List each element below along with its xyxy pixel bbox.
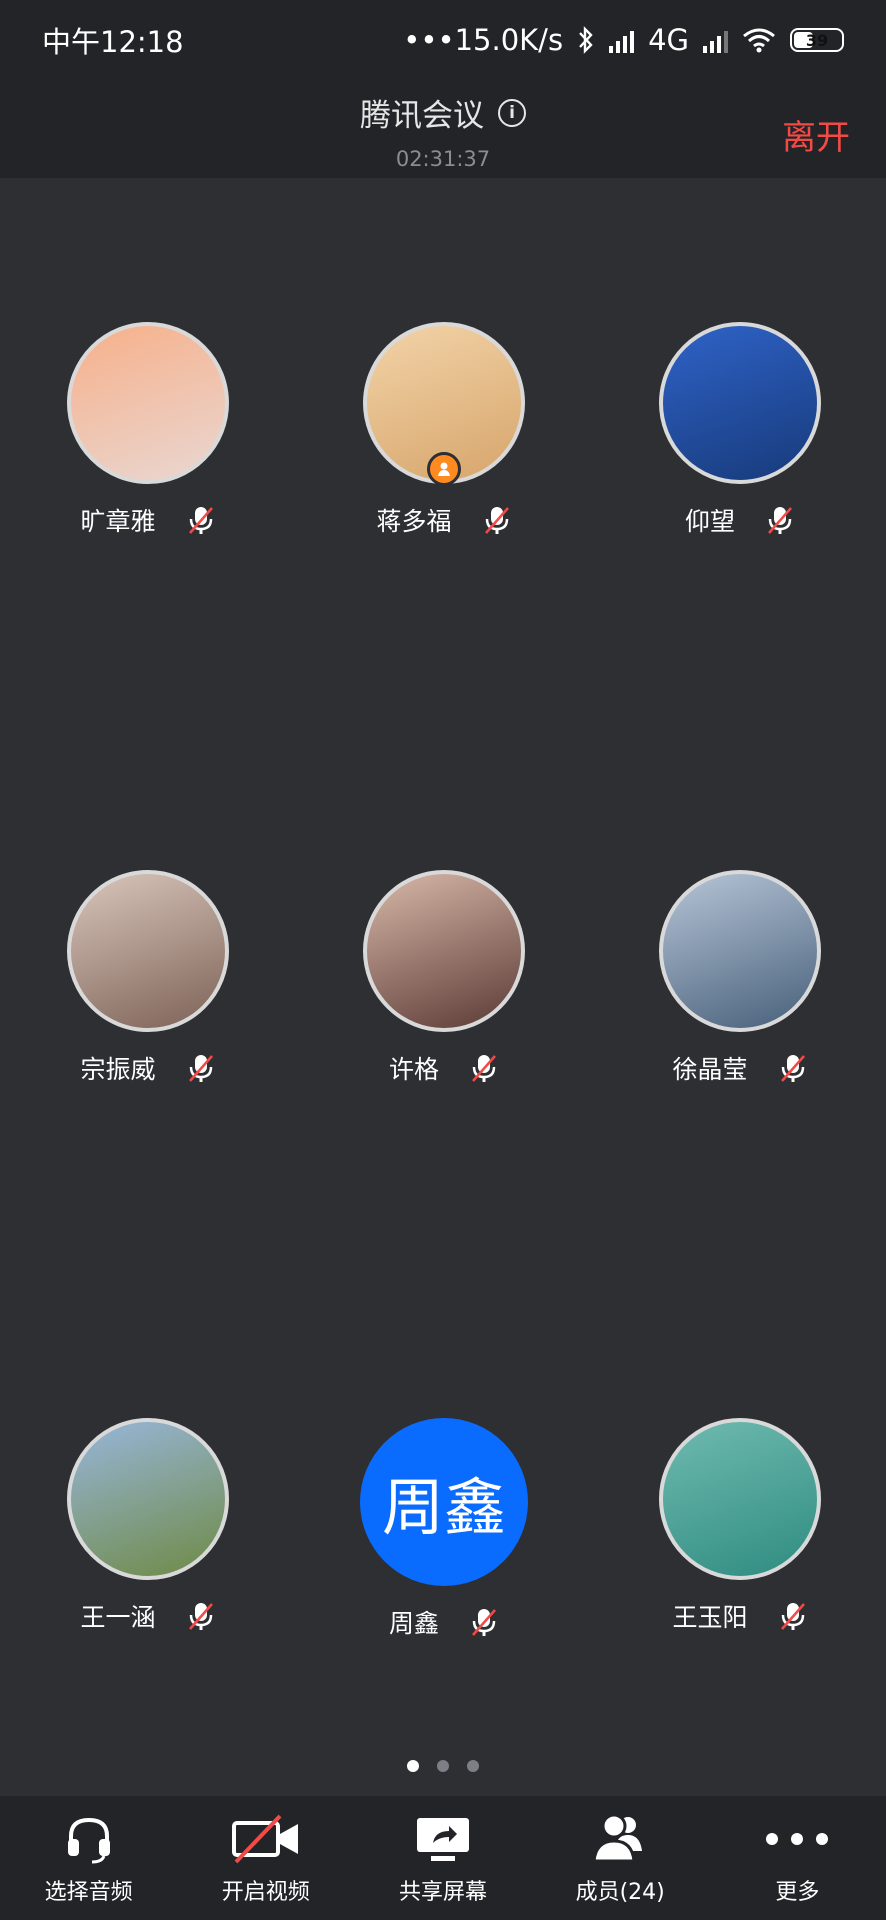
mic-muted-icon xyxy=(188,1055,213,1082)
meeting-duration: 02:31:37 xyxy=(395,147,491,171)
audio-button[interactable]: 选择音频 xyxy=(4,1810,174,1906)
participant-tile[interactable]: 旷章雅 xyxy=(18,322,278,538)
more-icon xyxy=(766,1833,829,1845)
network-speed: •••15.0K/s xyxy=(403,23,564,57)
avatar[interactable] xyxy=(659,870,821,1032)
avatar[interactable] xyxy=(363,322,525,486)
mic-muted-icon xyxy=(768,507,792,534)
page-indicator xyxy=(0,1760,886,1772)
members-icon xyxy=(592,1813,643,1863)
participant-name: 王一涵 xyxy=(80,1603,156,1632)
share-screen-button[interactable]: 共享屏幕 xyxy=(358,1810,528,1906)
status-time: 中午12:18 xyxy=(42,25,184,59)
participant-name: 王玉阳 xyxy=(672,1603,748,1632)
battery-icon: 39 xyxy=(790,28,844,52)
meeting-title-text: 腾讯会议 xyxy=(360,98,484,134)
more-label: 更多 xyxy=(775,1880,820,1905)
members-label: 成员(24) xyxy=(575,1880,665,1905)
participant-tile[interactable]: 仰望 xyxy=(610,322,870,538)
leave-button[interactable]: 离开 xyxy=(782,110,850,159)
mic-muted-icon xyxy=(472,1609,496,1636)
status-bar: 中午12:18 •••15.0K/s 4G 39 xyxy=(0,0,886,80)
host-badge-icon xyxy=(427,452,461,486)
signal-icon xyxy=(609,27,635,53)
signal-icon-2 xyxy=(703,27,728,53)
video-off-icon xyxy=(231,1814,298,1864)
bluetooth-icon xyxy=(579,26,593,54)
avatar[interactable] xyxy=(67,1418,229,1580)
participant-name: 徐晶莹 xyxy=(672,1055,748,1084)
participant-label-row: 徐晶莹 xyxy=(610,1050,870,1086)
wifi-icon xyxy=(743,28,775,53)
participant-label-row: 许格 xyxy=(314,1050,574,1086)
avatar[interactable] xyxy=(659,1418,821,1580)
participant-tile[interactable]: 蒋多福 xyxy=(314,322,574,538)
share-screen-icon xyxy=(416,1818,469,1861)
video-label: 开启视频 xyxy=(221,1880,310,1905)
audio-label: 选择音频 xyxy=(44,1880,133,1905)
mic-muted-icon xyxy=(188,1603,213,1630)
participant-tile[interactable]: 宗振威 xyxy=(18,870,278,1086)
avatar[interactable]: 周鑫 xyxy=(360,1418,528,1586)
network-type: 4G xyxy=(648,23,689,57)
participant-name: 蒋多福 xyxy=(376,507,452,536)
page-dot[interactable] xyxy=(467,1760,479,1772)
avatar-initials: 周鑫 xyxy=(381,1471,506,1544)
meeting-header: 腾讯会议 i 02:31:37 离开 xyxy=(0,80,886,178)
video-button[interactable]: 开启视频 xyxy=(181,1810,351,1906)
participant-label-row: 周鑫 xyxy=(314,1604,574,1640)
participant-name: 仰望 xyxy=(684,507,735,536)
mic-muted-icon xyxy=(484,507,509,534)
participant-name: 旷章雅 xyxy=(80,507,156,536)
participant-tile[interactable]: 王一涵 xyxy=(18,1418,278,1634)
participant-name: 许格 xyxy=(388,1055,439,1084)
more-button[interactable]: 更多 xyxy=(712,1810,882,1906)
participant-label-row: 宗振威 xyxy=(18,1050,278,1086)
info-icon[interactable]: i xyxy=(498,98,526,127)
participant-label-row: 王一涵 xyxy=(18,1598,278,1634)
participant-label-row: 蒋多福 xyxy=(314,502,574,538)
participant-tile[interactable]: 徐晶莹 xyxy=(610,870,870,1086)
mic-muted-icon xyxy=(780,1603,805,1630)
participant-tile[interactable]: 许格 xyxy=(314,870,574,1086)
participant-label-row: 仰望 xyxy=(610,502,870,538)
battery-level: 39 xyxy=(805,30,829,50)
participant-label-row: 旷章雅 xyxy=(18,502,278,538)
members-button[interactable]: 成员(24) xyxy=(535,1810,705,1906)
status-indicators: •••15.0K/s 4G 39 xyxy=(403,23,844,57)
avatar[interactable] xyxy=(67,322,229,484)
mic-muted-icon xyxy=(188,507,213,534)
meeting-title[interactable]: 腾讯会议 i xyxy=(360,90,526,135)
share-screen-label: 共享屏幕 xyxy=(398,1880,487,1905)
mic-muted-icon xyxy=(780,1055,805,1082)
mic-muted-icon xyxy=(472,1055,496,1082)
participant-tile[interactable]: 王玉阳 xyxy=(610,1418,870,1634)
page-dot[interactable] xyxy=(437,1760,449,1772)
bottom-toolbar: 选择音频 开启视频 共享屏幕 成员(24) 更多 xyxy=(0,1796,886,1920)
participant-label-row: 王玉阳 xyxy=(610,1598,870,1634)
page-dot[interactable] xyxy=(407,1760,419,1772)
headset-icon xyxy=(67,1817,110,1864)
participant-tile[interactable]: 周鑫 周鑫 xyxy=(314,1418,574,1640)
participant-name: 周鑫 xyxy=(388,1609,439,1638)
avatar[interactable] xyxy=(363,870,525,1032)
avatar[interactable] xyxy=(67,870,229,1032)
participant-name: 宗振威 xyxy=(80,1055,156,1084)
avatar[interactable] xyxy=(659,322,821,484)
